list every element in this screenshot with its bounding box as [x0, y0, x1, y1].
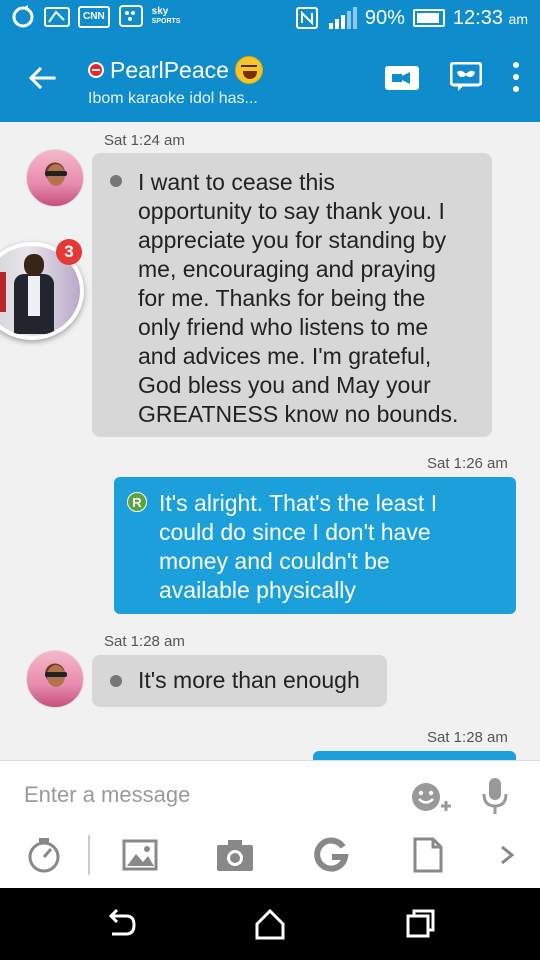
timer-icon[interactable] — [26, 837, 62, 873]
outgoing-message-bubble[interactable] — [313, 751, 516, 760]
message-line: for me. Thanks for being the — [138, 285, 426, 311]
message-line: opportunity to say thank you. I — [138, 198, 445, 224]
incoming-message-bubble[interactable]: I want to cease this opportunity to say … — [92, 153, 492, 437]
more-options-icon[interactable] — [512, 62, 520, 92]
message-line: money and couldn't be — [159, 548, 390, 574]
message-timestamp: Sat 1:28 am — [104, 633, 185, 650]
add-emoji-icon[interactable] — [410, 781, 452, 813]
nav-recents-icon[interactable] — [404, 908, 438, 940]
cnn-icon: CNN — [78, 6, 110, 28]
battery-icon — [412, 9, 445, 27]
chevron-right-icon[interactable] — [496, 837, 532, 873]
incoming-message-bubble[interactable]: It's more than enough — [92, 655, 387, 707]
sky-label: sky — [151, 6, 169, 17]
system-indicators: 90% 12:33 am — [295, 6, 528, 30]
contact-name: PearlPeace — [110, 56, 229, 83]
app-bar: PearlPeace Ibom karaoke idol has... — [0, 38, 540, 122]
contact-avatar[interactable] — [26, 650, 84, 708]
compose-bar — [0, 760, 540, 888]
bbm-icon — [118, 5, 144, 29]
sports-label: SPORTS — [151, 18, 181, 25]
busy-status-icon — [88, 62, 104, 78]
g-icon[interactable] — [313, 837, 349, 873]
battery-fill — [416, 13, 439, 23]
message-line: only friend who listens to me — [138, 314, 429, 340]
clock-time: 12:33 — [452, 6, 503, 29]
message-line: appreciate you for standing by — [138, 227, 447, 253]
outgoing-message-bubble[interactable]: R It's alright. That's the least I could… — [114, 477, 516, 614]
back-arrow-icon[interactable] — [24, 60, 60, 96]
app-bar-actions — [384, 61, 520, 92]
contact-avatar[interactable] — [26, 149, 84, 207]
toolbar-divider — [88, 835, 90, 875]
unread-count-badge: 3 — [56, 239, 82, 265]
nav-home-icon[interactable] — [253, 908, 287, 940]
message-line: available physically — [159, 577, 356, 603]
conversation-list[interactable]: Sat 1:24 am I want to cease this opportu… — [0, 122, 540, 760]
message-line: GREATNESS know no bounds. — [138, 401, 459, 427]
message-line: me, encouraging and praying — [138, 256, 436, 282]
message-line: It's more than enough — [138, 667, 360, 693]
message-line: God bless you and May your — [138, 372, 431, 398]
signal-icon — [328, 7, 357, 29]
nav-back-icon[interactable] — [104, 908, 138, 940]
file-icon[interactable] — [412, 837, 448, 873]
contact-status-message: Ibom karaoke idol has... — [88, 90, 258, 107]
clock-ampm: am — [508, 10, 528, 27]
gallery-icon[interactable] — [122, 837, 158, 873]
delivered-dot-icon — [110, 675, 122, 687]
video-call-icon[interactable] — [384, 62, 420, 92]
sky-sports-icon: sky SPORTS — [152, 7, 181, 27]
sync-icon — [10, 5, 36, 29]
clock: 12:33 am — [453, 7, 528, 30]
system-nav-bar — [0, 888, 540, 960]
attachment-toolbar — [0, 831, 540, 881]
microphone-icon[interactable] — [482, 777, 508, 815]
laughing-emoji-icon — [234, 56, 263, 84]
battery-percent: 90% — [364, 6, 405, 29]
status-bar: CNN sky SPORTS 90% 12:33 am — [0, 0, 540, 38]
message-timestamp: Sat 1:28 am — [427, 729, 508, 746]
message-timestamp: Sat 1:24 am — [104, 132, 185, 149]
message-line: could do since I don't have — [159, 519, 431, 545]
message-timestamp: Sat 1:26 am — [427, 455, 508, 472]
message-line: It's alright. That's the least I — [159, 490, 438, 516]
notification-icons: CNN sky SPORTS — [10, 5, 180, 29]
message-line: I want to cease this — [138, 169, 335, 195]
message-input[interactable] — [24, 775, 384, 815]
nfc-icon — [295, 7, 318, 29]
news-icon — [44, 5, 70, 29]
read-receipt-icon: R — [127, 492, 147, 512]
contact-header[interactable]: PearlPeace Ibom karaoke idol has... — [88, 56, 263, 108]
message-line: and advices me. I'm grateful, — [138, 343, 432, 369]
chat-mask-icon[interactable] — [449, 61, 483, 92]
delivered-dot-icon — [110, 175, 122, 187]
camera-icon[interactable] — [216, 837, 253, 873]
